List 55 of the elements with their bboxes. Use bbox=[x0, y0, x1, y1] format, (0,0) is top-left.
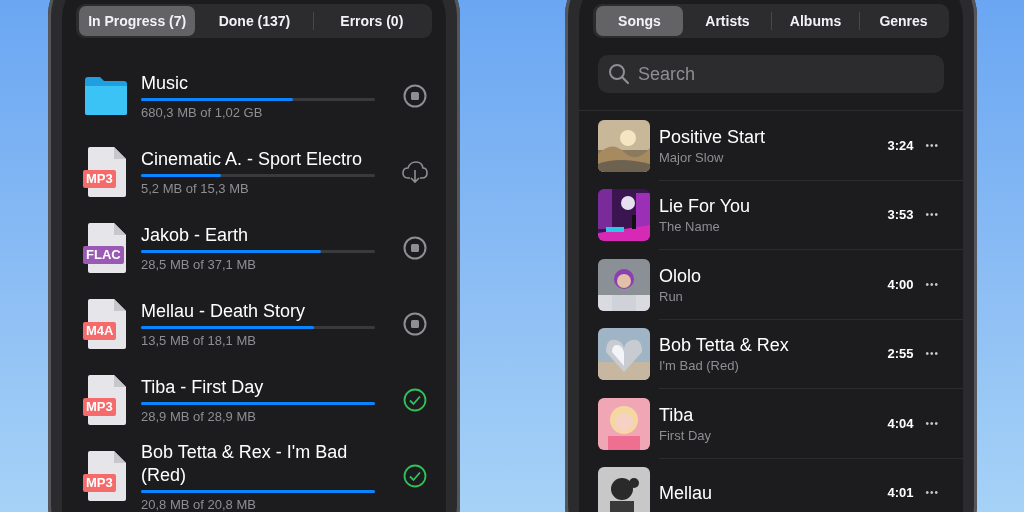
download-title: Bob Tetta & Rex - I'm Bad (Red) bbox=[141, 440, 349, 487]
song-title: Tiba bbox=[659, 403, 695, 426]
download-size: 13,5 MB of 18,1 MB bbox=[141, 333, 257, 348]
tab[interactable]: Done (137) bbox=[196, 6, 313, 36]
song-duration: 4:00 bbox=[887, 276, 914, 292]
download-title: Jakob - Earth bbox=[141, 224, 250, 247]
more-button[interactable]: ••• bbox=[921, 209, 943, 221]
song-duration: 2:55 bbox=[887, 346, 914, 362]
tab[interactable]: Albums bbox=[772, 6, 859, 36]
download-size: 680,3 MB of 1,02 GB bbox=[141, 105, 264, 120]
download-title: Cinematic A. - Sport Electro bbox=[141, 148, 364, 171]
cloud-download-icon[interactable] bbox=[401, 160, 429, 184]
stop-icon[interactable] bbox=[403, 84, 427, 108]
more-button[interactable]: ••• bbox=[921, 139, 943, 151]
song-duration: 4:01 bbox=[887, 485, 914, 501]
song-artist: First Day bbox=[659, 427, 712, 443]
download-size: 28,5 MB of 37,1 MB bbox=[141, 257, 257, 272]
song-title: Ololo bbox=[659, 264, 703, 287]
stop-icon[interactable] bbox=[403, 312, 427, 336]
more-button[interactable]: ••• bbox=[921, 278, 943, 290]
song-duration: 3:53 bbox=[887, 207, 914, 223]
download-title: Mellau - Death Story bbox=[141, 300, 307, 323]
song-title: Bob Tetta & Rex bbox=[659, 334, 790, 357]
format-label: FLAC bbox=[83, 246, 124, 264]
more-button[interactable]: ••• bbox=[921, 348, 943, 360]
folder-icon bbox=[83, 76, 129, 116]
song-artist: Run bbox=[659, 288, 684, 304]
song-artist: Major Slow bbox=[659, 149, 725, 165]
more-button[interactable]: ••• bbox=[921, 417, 943, 429]
song-duration: 4:04 bbox=[887, 415, 914, 431]
tab[interactable]: Genres bbox=[860, 6, 947, 36]
check-icon bbox=[403, 464, 427, 488]
song-title: Lie For You bbox=[659, 195, 752, 218]
download-size: 28,9 MB of 28,9 MB bbox=[141, 409, 257, 424]
song-artist: I'm Bad (Red) bbox=[659, 358, 740, 374]
stop-icon[interactable] bbox=[403, 236, 427, 260]
download-size: 5,2 MB of 15,3 MB bbox=[141, 181, 250, 196]
download-title: Tiba - First Day bbox=[141, 376, 265, 399]
search-field[interactable]: Search bbox=[598, 55, 944, 93]
song-title: Mellau bbox=[659, 481, 714, 504]
more-button[interactable]: ••• bbox=[921, 487, 943, 499]
check-icon bbox=[403, 388, 427, 412]
format-label: MP3 bbox=[83, 398, 116, 416]
format-label: MP3 bbox=[83, 170, 116, 188]
song-duration: 3:24 bbox=[887, 137, 914, 153]
format-label: M4A bbox=[83, 322, 117, 340]
tab[interactable]: Errors (0) bbox=[313, 6, 430, 36]
format-label: MP3 bbox=[83, 474, 116, 492]
download-title: Music bbox=[141, 72, 189, 95]
song-artist: The Name bbox=[659, 219, 721, 235]
tab[interactable]: In Progress (7) bbox=[79, 6, 196, 36]
tab[interactable]: Artists bbox=[684, 6, 771, 36]
download-size: 20,8 MB of 20,8 MB bbox=[141, 496, 257, 512]
tab[interactable]: Songs bbox=[596, 6, 683, 36]
song-title: Positive Start bbox=[659, 125, 767, 148]
